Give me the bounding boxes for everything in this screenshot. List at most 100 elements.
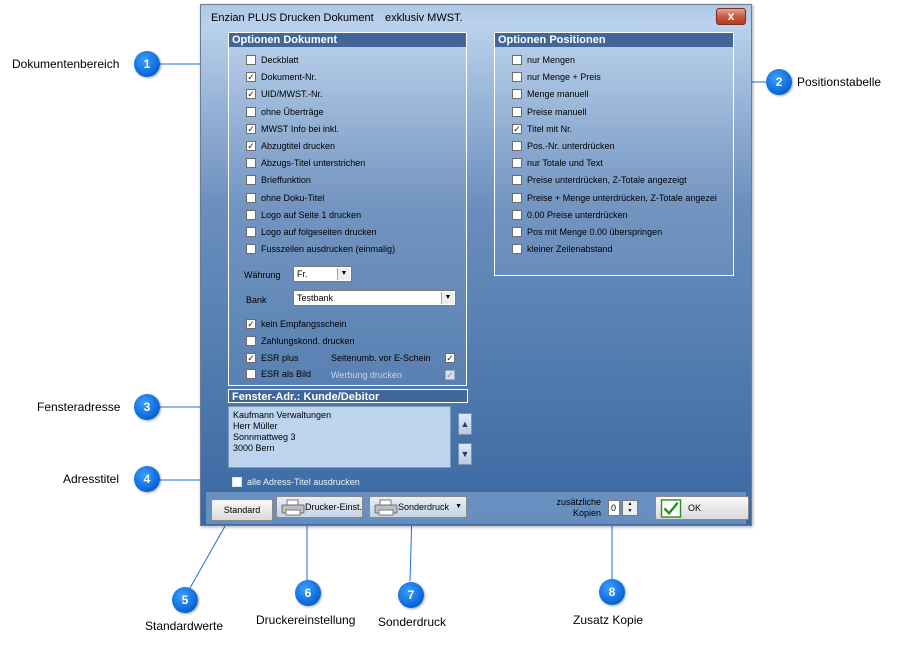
checkbox-row[interactable]: Preise manuell [512,105,587,119]
options-positions-group: Optionen Positionen nur Mengen nur Menge … [494,32,734,276]
callout-number: 3 [143,400,151,414]
callout-number: 1 [143,57,151,71]
checkbox-row[interactable]: ohne Doku-Titel [246,191,324,205]
checkbox[interactable] [246,244,256,255]
checkbox-label: Pos mit Menge 0.00 überspringen [527,227,663,237]
print-all-address-titles[interactable]: alle Adress-Titel ausdrucken [232,475,360,489]
checkbox-label: ESR plus [261,352,299,363]
checkbox-row[interactable]: Pos mit Menge 0.00 überspringen [512,225,662,239]
extra-copies-label-line: zusätzliche [556,497,601,507]
checkbox[interactable] [512,244,522,255]
checkbox-row[interactable]: ✓ ESR plus [246,351,299,365]
checkbox-checked[interactable]: ✓ [246,141,256,151]
callout-badge-4: 4 [134,466,160,492]
checkbox[interactable] [512,209,522,220]
checkbox-checked[interactable]: ✓ [246,352,256,363]
checkbox-row[interactable]: Pos.-Nr. unterdrücken [512,139,615,153]
checkbox-checked[interactable]: ✓ [445,353,455,363]
special-print-button[interactable]: Sonderdruck ▼ [369,496,467,518]
standard-button-label: Standard [223,505,261,515]
checkbox-row[interactable]: Deckblatt [246,53,299,67]
checkbox-checked[interactable]: ✓ [246,123,256,134]
checkbox[interactable] [512,158,522,169]
standard-button[interactable]: Standard [211,499,273,521]
checkbox[interactable] [512,175,522,186]
checkbox-checked[interactable]: ✓ [246,319,256,329]
checkbox-label: 0.00 Preise unterdrücken [527,209,628,220]
spin-down-icon[interactable]: ▼ [623,508,637,515]
checkbox[interactable] [512,141,522,151]
printer-settings-button[interactable]: Drucker-Einst. [276,496,363,518]
extra-copies-spinner[interactable]: ▲ ▼ [622,500,638,516]
checkbox-row[interactable]: ✓ Abzugtitel drucken [246,139,335,153]
checkbox[interactable] [246,158,256,169]
checkbox-row[interactable]: 0.00 Preise unterdrücken [512,208,628,222]
checkbox-row[interactable]: Preise unterdrücken, Z-Totale angezeigt [512,173,687,187]
callout-number: 6 [304,586,312,600]
callout-label-2: Positionstabelle [797,75,882,89]
checkbox-checked[interactable]: ✓ [246,72,256,83]
checkbox-label: Logo auf folgeseiten drucken [261,227,377,237]
spin-up-icon[interactable]: ▲ [623,501,637,508]
checkbox-row[interactable]: ohne Überträge [246,105,324,119]
checkbox[interactable] [512,106,522,117]
checkbox[interactable] [512,227,522,237]
callout-label-1: Dokumentenbereich [12,57,120,71]
printer-icon [374,499,398,516]
checkbox[interactable] [512,55,522,65]
checkbox-row[interactable]: ✓ MWST Info bei inkl. [246,122,339,136]
checkbox-row[interactable]: Seitenumb. vor E-Schein ✓ [331,351,455,365]
checkbox[interactable] [246,192,256,203]
checkbox-row[interactable]: nur Menge + Preis [512,70,601,84]
callout-label-5: Standardwerte [145,619,224,633]
currency-select[interactable]: Fr. ▼ [293,266,352,282]
checkbox-checked[interactable]: ✓ [246,89,256,100]
checkbox-label: Dokument-Nr. [261,72,317,83]
ok-button[interactable]: OK [655,496,749,520]
extra-copies-value: 0 [611,503,617,513]
bank-select[interactable]: Testbank ▼ [293,290,456,306]
checkbox[interactable] [246,227,256,237]
checkbox-row[interactable]: ✓ Dokument-Nr. [246,70,317,84]
checkbox-row[interactable]: ESR als Bild [246,367,311,381]
checkbox-row[interactable]: ✓ kein Empfangsschein [246,317,347,331]
checkbox[interactable] [246,175,256,186]
scroll-down-button[interactable]: ▼ [458,443,472,465]
checkbox[interactable] [246,106,256,117]
checkbox[interactable] [246,369,256,380]
checkbox-row[interactable]: ✓ Titel mit Nr. [512,122,572,136]
checkbox[interactable] [246,209,256,220]
callout-number: 7 [407,588,415,602]
checkbox[interactable] [246,335,256,346]
checkbox-row[interactable]: Menge manuell [512,87,589,101]
checkbox[interactable] [512,72,522,83]
checkbox[interactable] [512,192,522,203]
checkbox-row[interactable]: Logo auf folgeseiten drucken [246,225,377,239]
checkbox-row[interactable]: Fusszeilen ausdrucken (einmalig) [246,242,395,256]
checkbox-row[interactable]: Preise + Menge unterdrücken, Z-Totale an… [512,191,717,205]
checkbox-label: MWST Info bei inkl. [261,123,339,134]
checkbox-row[interactable]: nur Mengen [512,53,575,67]
checkbox[interactable] [232,477,242,487]
checkbox[interactable] [512,89,522,100]
checkbox-row[interactable]: Logo auf Seite 1 drucken [246,208,361,222]
checkbox-label: nur Mengen [527,55,576,65]
checkbox-row[interactable]: kleiner Zeilenabstand [512,242,613,256]
checkbox-row[interactable]: Zahlungskond. drucken [246,334,355,348]
scroll-up-button[interactable]: ▲ [458,413,472,435]
window-address-textbox[interactable]: Kaufmann Verwaltungen Herr Müller Sonnma… [228,406,451,468]
close-button[interactable]: x [716,8,746,25]
checkbox-label: nur Totale und Text [527,158,603,169]
address-line: 3000 Bern [233,443,275,453]
extra-copies-input[interactable]: 0 [608,500,620,516]
checkbox-row[interactable]: Brieffunktion [246,173,311,187]
checkbox-row[interactable]: Werbung drucken ✓ [331,368,455,382]
checkbox-checked[interactable]: ✓ [445,369,455,380]
checkbox[interactable] [246,55,256,65]
callout-label-4: Adresstitel [63,472,120,486]
checkbox-checked[interactable]: ✓ [512,123,522,134]
extra-copies-label: zusätzliche Kopien [541,497,601,519]
checkbox-row[interactable]: nur Totale und Text [512,156,603,170]
checkbox-row[interactable]: ✓ UID/MWST.-Nr. [246,87,323,101]
checkbox-row[interactable]: Abzugs-Titel unterstrichen [246,156,365,170]
